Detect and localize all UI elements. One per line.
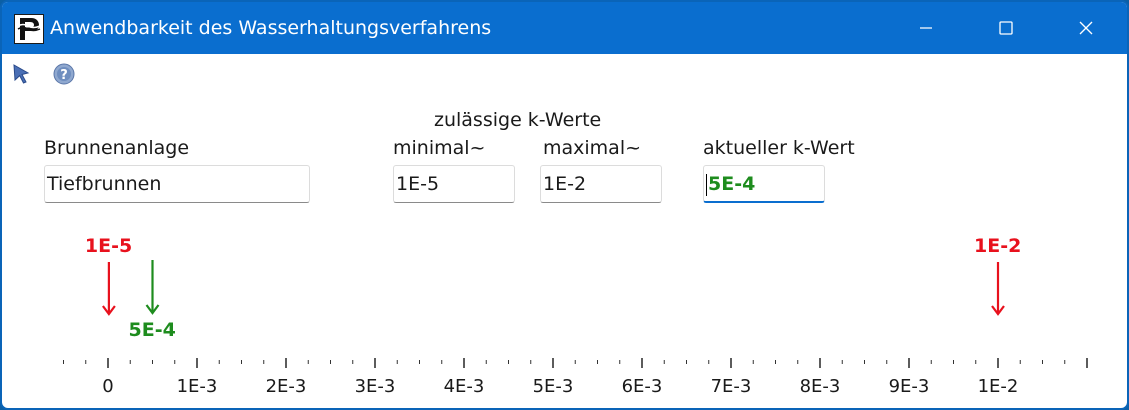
tick-label: 0 (102, 376, 114, 397)
app-window: Anwendbarkeit des Wasserhaltungsverfahre… (0, 0, 1129, 410)
tick-label: 7E-3 (710, 376, 752, 397)
min-marker-label: 1E-5 (84, 235, 133, 257)
tick-label: 5E-3 (532, 376, 574, 397)
tick-label: 8E-3 (799, 376, 841, 397)
tick-label: 3E-3 (354, 376, 396, 397)
current-marker-arrow (145, 260, 160, 315)
max-marker-label: 1E-2 (974, 235, 1022, 257)
tick-label: 1E-3 (176, 376, 218, 397)
tick-label: 2E-3 (265, 376, 307, 397)
tick-label: 6E-3 (621, 376, 663, 397)
min-marker-arrow (102, 262, 116, 316)
max-marker-arrow (991, 262, 1005, 316)
tick-label: 4E-3 (443, 376, 485, 397)
k-value-scale (63, 260, 1088, 368)
current-marker-label: 5E-4 (128, 319, 176, 341)
tick-label: 9E-3 (888, 376, 930, 397)
tick-label: 1E-2 (977, 376, 1019, 397)
